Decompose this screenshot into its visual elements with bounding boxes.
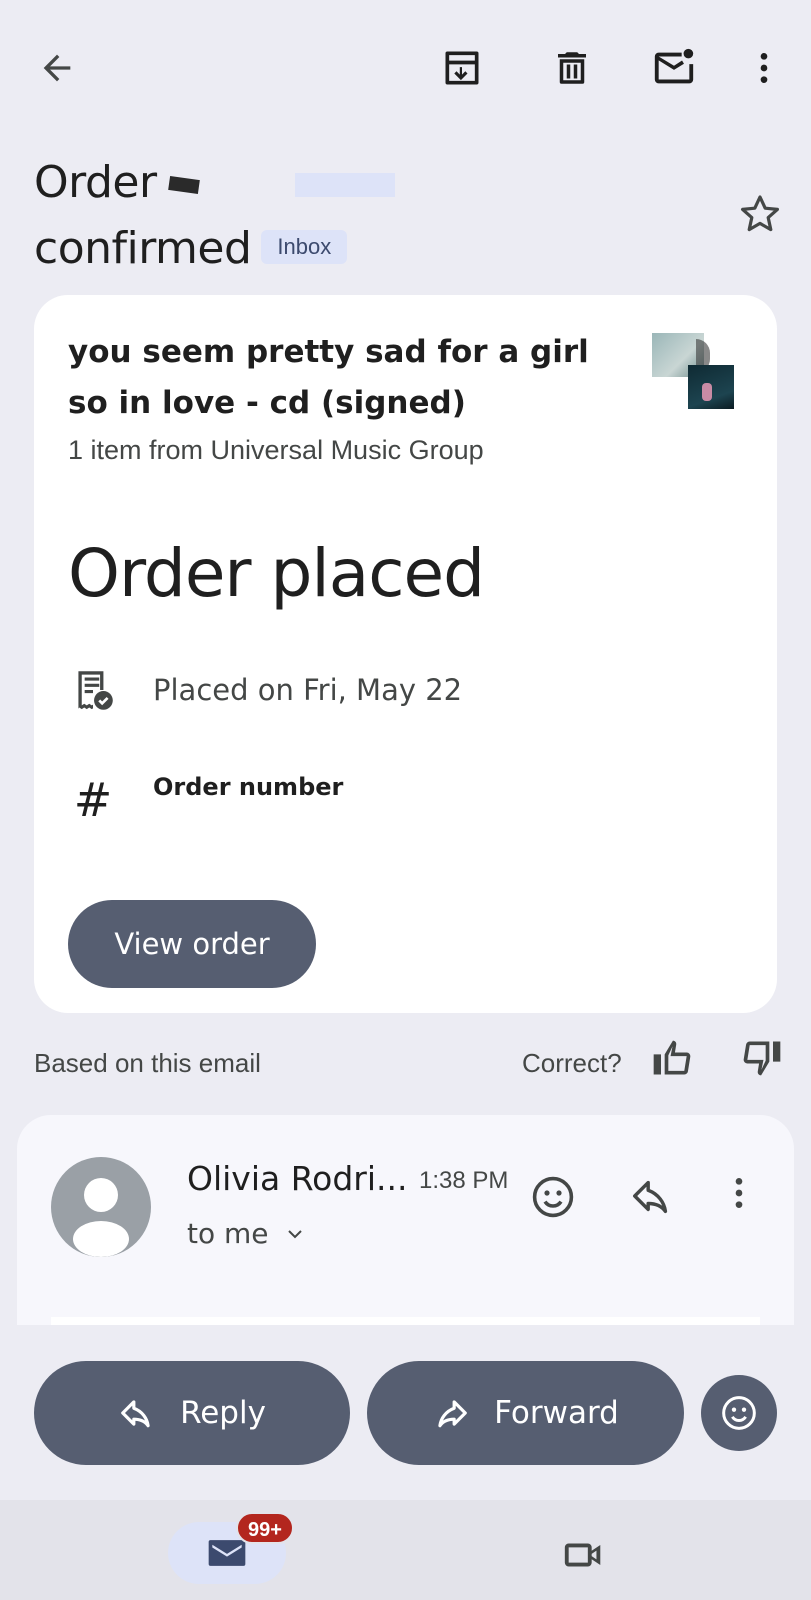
- reply-pill-button[interactable]: Reply: [34, 1361, 350, 1465]
- star-button[interactable]: [736, 190, 784, 238]
- subject-line-2: confirmed: [34, 223, 252, 274]
- recipient-details[interactable]: to me: [187, 1217, 307, 1250]
- item-title: you seem pretty sad for a girl so in lov…: [68, 334, 589, 421]
- email-subject: Order confirmed Inbox: [34, 150, 714, 282]
- inbox-label-chip[interactable]: Inbox: [261, 230, 348, 264]
- archive-button[interactable]: [430, 36, 494, 100]
- mark-unread-icon: [654, 48, 694, 84]
- message-header: Olivia Rodri... 1:38 PM to me: [17, 1115, 794, 1325]
- sender-avatar[interactable]: [51, 1157, 151, 1257]
- reply-icon: [121, 1400, 150, 1428]
- view-order-button[interactable]: View order: [68, 900, 316, 988]
- reply-button[interactable]: [629, 1173, 685, 1229]
- item-subtitle: 1 item from Universal Music Group: [68, 435, 484, 465]
- top-app-bar: [0, 0, 811, 136]
- message-more-button[interactable]: [719, 1173, 775, 1229]
- message-time: 1:38 PM: [419, 1167, 509, 1194]
- correct-question: Correct?: [522, 1048, 622, 1078]
- emoji-icon: [532, 1176, 574, 1218]
- order-summary-card: you seem pretty sad for a girl so in lov…: [34, 295, 777, 1013]
- recipient-text: to me: [187, 1217, 269, 1250]
- bottom-navigation: 99+: [0, 1500, 811, 1600]
- thumbs-down-icon: [743, 1041, 781, 1076]
- receipt-check-icon: [68, 665, 118, 715]
- emoji-icon: [722, 1396, 756, 1430]
- more-vert-icon: [735, 1178, 743, 1208]
- more-options-button[interactable]: [732, 36, 796, 100]
- order-status: Order placed: [68, 535, 485, 612]
- thumbs-up-icon: [653, 1040, 691, 1075]
- chevron-down-icon: [287, 1229, 302, 1238]
- placed-on-date: Placed on Fri, May 22: [153, 673, 463, 707]
- order-number-label: Order number: [153, 773, 344, 801]
- forward-label: Forward: [494, 1395, 619, 1431]
- forward-pill-button[interactable]: Forward: [367, 1361, 684, 1465]
- thumbs-up-button[interactable]: [650, 1036, 706, 1092]
- forward-icon: [438, 1400, 467, 1428]
- video-camera-icon: [564, 1543, 601, 1567]
- add-reaction-button[interactable]: [529, 1173, 585, 1229]
- product-thumbnail: [688, 365, 734, 409]
- thumbs-down-button[interactable]: [740, 1036, 796, 1092]
- reply-actions-bar: Reply Forward: [0, 1325, 811, 1500]
- subject-line-1: Order: [34, 157, 157, 208]
- sender-name[interactable]: Olivia Rodri...: [187, 1159, 408, 1198]
- message-body-edge: [51, 1317, 760, 1325]
- mark-unread-button[interactable]: [642, 36, 706, 100]
- more-vert-icon: [760, 53, 768, 83]
- meet-tab[interactable]: [556, 1530, 612, 1580]
- based-on-email-text: Based on this email: [34, 1048, 261, 1078]
- back-button[interactable]: [25, 36, 89, 100]
- hash-icon: #: [73, 773, 113, 827]
- reply-label: Reply: [180, 1395, 266, 1431]
- emoji-reaction-button[interactable]: [701, 1375, 777, 1451]
- reply-icon: [633, 1180, 668, 1214]
- arrow-back-icon: [43, 54, 71, 82]
- redaction-block: [294, 173, 395, 197]
- delete-button[interactable]: [540, 36, 604, 100]
- redaction-mark: [167, 175, 200, 195]
- trash-icon: [558, 52, 586, 84]
- unread-count-badge: 99+: [236, 1512, 294, 1544]
- archive-icon: [445, 51, 479, 85]
- star-outline-icon: [741, 195, 779, 232]
